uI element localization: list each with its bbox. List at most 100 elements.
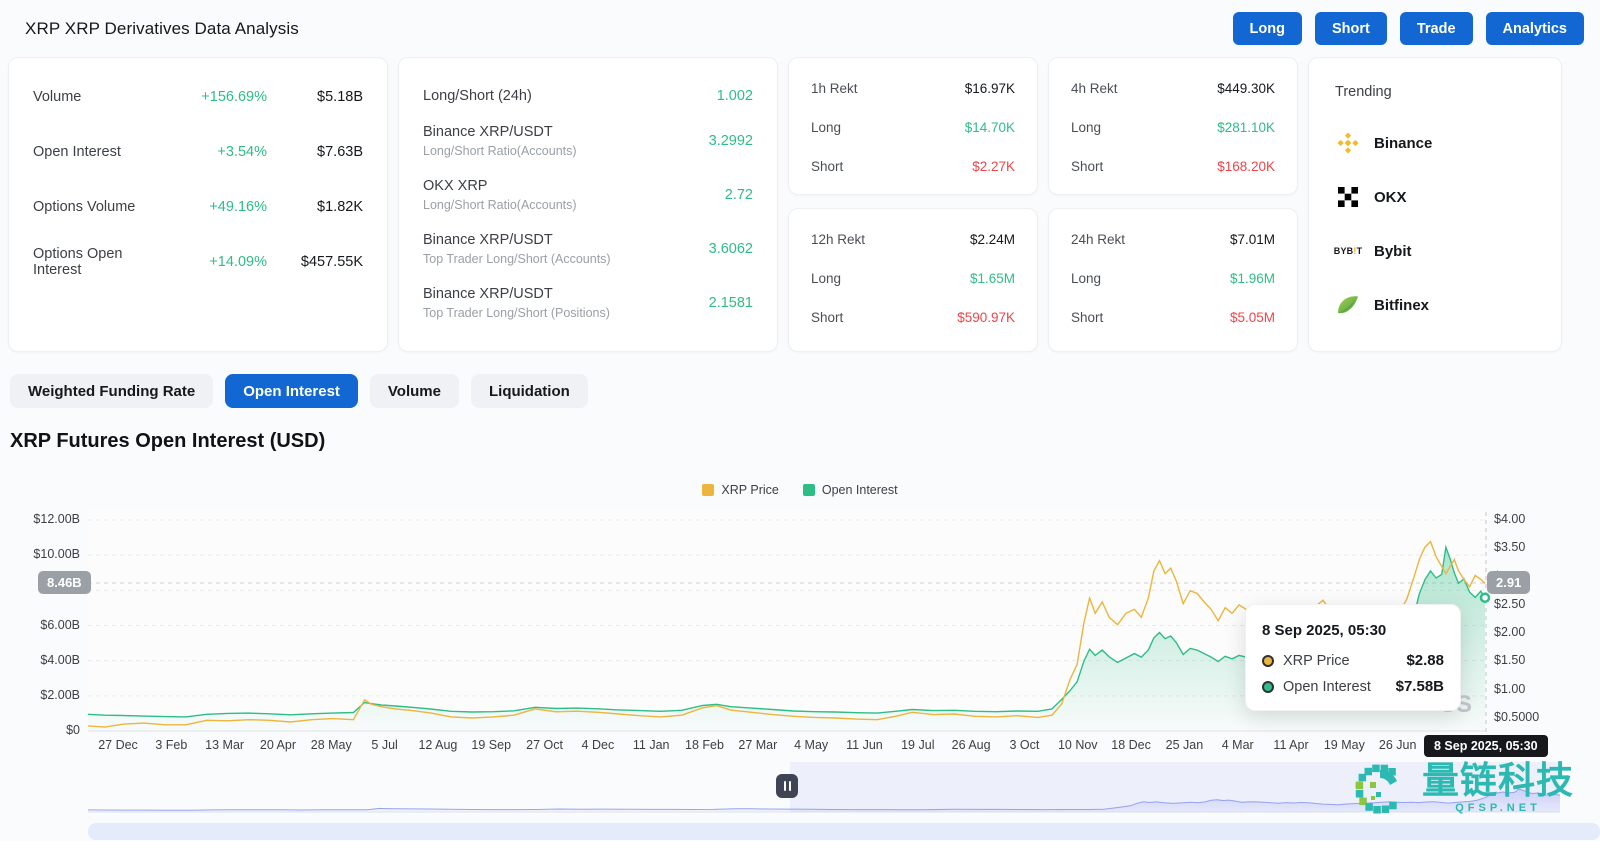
xrp-derivatives-dashboard: XRP XRP Derivatives Data Analysis LongSh… [0, 0, 1600, 841]
ratio-labels: Binance XRP/USDT Long/Short Ratio(Account… [423, 124, 709, 158]
binance-logo-icon [1335, 130, 1361, 156]
navigator-handle[interactable] [776, 774, 798, 798]
trending-items: Binance OKX BYB!TBybit Bitfinex [1335, 116, 1535, 332]
rekt-value: $5.05M [1230, 310, 1275, 325]
rekt-label: Long [1071, 120, 1217, 135]
legend-label: XRP Price [721, 483, 778, 497]
trending-item-binance[interactable]: Binance [1335, 116, 1535, 170]
trending-item-bybit[interactable]: BYB!TBybit [1335, 224, 1535, 278]
y-right-tick: $3.50 [1494, 540, 1570, 554]
ratio-sub-label: Top Trader Long/Short (Accounts) [423, 252, 709, 266]
rekt-label: 24h Rekt [1071, 232, 1230, 247]
stat-change: +49.16% [167, 199, 267, 215]
rekt-label: 1h Rekt [811, 81, 965, 96]
ratio-value: 1.002 [717, 88, 753, 104]
rekt-label: Long [1071, 271, 1230, 286]
chart-tabs: Weighted Funding Rate Open Interest Volume… [10, 374, 588, 408]
ratio-value: 2.1581 [709, 295, 753, 311]
y-right-tick: $2.00 [1494, 625, 1570, 639]
tooltip-series-value: $2.88 [1406, 652, 1444, 669]
okx-logo-icon [1335, 184, 1361, 210]
tab-volume[interactable]: Volume [370, 374, 459, 408]
header: XRP XRP Derivatives Data Analysis LongSh… [0, 0, 1600, 57]
legend-swatch [803, 484, 815, 496]
trending-item-okx[interactable]: OKX [1335, 170, 1535, 224]
header-button-trade[interactable]: Trade [1400, 12, 1473, 45]
legend-item-xrp-price[interactable]: XRP Price [702, 483, 778, 497]
stat-change: +14.09% [167, 254, 267, 270]
y-left-tick: $0 [0, 723, 80, 737]
trending-item-name: Binance [1374, 135, 1432, 152]
legend-label: Open Interest [822, 483, 898, 497]
trending-item-name: Bitfinex [1374, 297, 1429, 314]
tooltip-series-dot [1262, 655, 1274, 667]
ratio-row-binance-xrp-usdt-top-trader-long-short-positions: Binance XRP/USDTTop Trader Long/Short (P… [423, 283, 753, 323]
horizontal-scrollbar[interactable] [88, 823, 1600, 840]
ratio-main-label: OKX XRP [423, 178, 725, 194]
tooltip-series-name: XRP Price [1283, 653, 1406, 669]
legend-item-open-interest[interactable]: Open Interest [803, 483, 898, 497]
header-button-long[interactable]: Long [1233, 12, 1302, 45]
stat-label: Options Open Interest [33, 246, 167, 278]
bybit-text: T [1357, 246, 1363, 256]
rekt-row-long: Long$281.10K [1071, 118, 1275, 136]
ratio-labels: OKX XRPLong/Short Ratio(Accounts) [423, 178, 725, 212]
crosshair-date-tag: 8 Sep 2025, 05:30 [1424, 735, 1548, 757]
y-left-tick: $4.00B [0, 653, 80, 667]
rekt-card-12h-rekt: 12h Rekt$2.24MLong$1.65MShort$590.97K [788, 208, 1038, 352]
stat-row-options-volume: Options Volume+49.16%$1.82K [33, 196, 363, 218]
stat-value: $1.82K [267, 199, 363, 215]
y-right-tick: $0.5000 [1494, 710, 1570, 724]
ratio-row-okx-xrp-long-short-ratio-accounts: OKX XRPLong/Short Ratio(Accounts)2.72 [423, 175, 753, 215]
trending-item-bitfinex[interactable]: Bitfinex [1335, 278, 1535, 332]
rekt-row-short: Short$590.97K [811, 308, 1015, 326]
rekt-value: $449.30K [1217, 81, 1275, 96]
rekt-card-1h-rekt: 1h Rekt$16.97KLong$14.70KShort$2.27K [788, 57, 1038, 195]
rekt-row-12h-rekt: 12h Rekt$2.24M [811, 230, 1015, 248]
rekt-value: $2.27K [972, 159, 1015, 174]
chart-section-title: XRP Futures Open Interest (USD) [10, 430, 325, 453]
y-left-tick: $10.00B [0, 547, 80, 561]
rekt-card-24h-rekt: 24h Rekt$7.01MLong$1.96MShort$5.05M [1048, 208, 1298, 352]
rekt-value: $168.20K [1217, 159, 1275, 174]
stat-row-volume: Volume+156.69%$5.18B [33, 86, 363, 108]
tab-weighted-funding-rate[interactable]: Weighted Funding Rate [10, 374, 213, 408]
rekt-label: Short [1071, 310, 1230, 325]
y-left-tick: $12.00B [0, 512, 80, 526]
bybit-text: BYB [1334, 246, 1354, 256]
stat-change: +156.69% [167, 89, 267, 105]
watermark-logo-icon [1350, 756, 1414, 820]
long-short-ratio-card: Long/Short (24h)1.002 Binance XRP/USDT Lon… [398, 57, 778, 352]
rekt-row-short: Short$5.05M [1071, 308, 1275, 326]
ratio-sub-label: Long/Short Ratio(Accounts) [423, 144, 709, 158]
tab-liquidation[interactable]: Liquidation [471, 374, 588, 408]
stat-label: Volume [33, 89, 167, 105]
tooltip-series-dot [1262, 681, 1274, 693]
tooltip-series-value: $7.58B [1396, 678, 1444, 695]
y-left-tick: $2.00B [0, 688, 80, 702]
rekt-row-short: Short$2.27K [811, 157, 1015, 175]
ratio-labels: Binance XRP/USDTTop Trader Long/Short (P… [423, 286, 709, 320]
stat-label: Options Volume [33, 199, 167, 215]
rekt-label: Short [811, 310, 957, 325]
header-button-analytics[interactable]: Analytics [1486, 12, 1584, 45]
ratio-row-binance-xrp-usdt-long-short-ratio-accounts: Binance XRP/USDT Long/Short Ratio(Account… [423, 121, 753, 161]
watermark-text: 量链科技 [1422, 762, 1574, 801]
tooltip-rows: XRP Price$2.88 Open Interest$7.58B [1262, 652, 1444, 695]
rekt-row-4h-rekt: 4h Rekt$449.30K [1071, 79, 1275, 97]
rekt-label: Short [1071, 159, 1217, 174]
stat-value: $5.18B [267, 89, 363, 105]
header-button-short[interactable]: Short [1315, 12, 1387, 45]
trending-item-name: OKX [1374, 189, 1407, 206]
ratio-row-long-short-24h: Long/Short (24h)1.002 [423, 84, 753, 108]
ratio-value: 3.6062 [709, 241, 753, 257]
tab-open-interest[interactable]: Open Interest [225, 374, 358, 408]
ratio-main-label: Binance XRP/USDT [423, 124, 709, 140]
watermark-subtext: QFSP.NET [1422, 802, 1574, 814]
rekt-value: $281.10K [1217, 120, 1275, 135]
tooltip-series-name: Open Interest [1283, 679, 1396, 695]
price-value-badge: 2.91 [1487, 571, 1530, 594]
rekt-value: $2.24M [970, 232, 1015, 247]
header-buttons: Long Short Trade Analytics [1233, 12, 1584, 45]
rekt-value: $14.70K [965, 120, 1015, 135]
